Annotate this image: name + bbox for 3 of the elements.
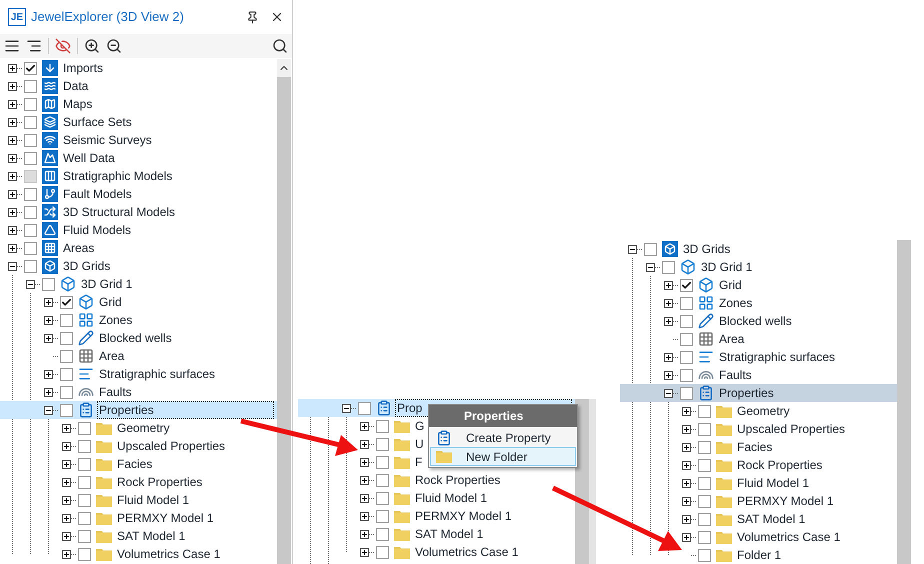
app-logo: JE bbox=[8, 8, 26, 26]
menu-title: Properties bbox=[429, 405, 577, 427]
panel-title: JewelExplorer (3D View 2) bbox=[31, 8, 184, 26]
